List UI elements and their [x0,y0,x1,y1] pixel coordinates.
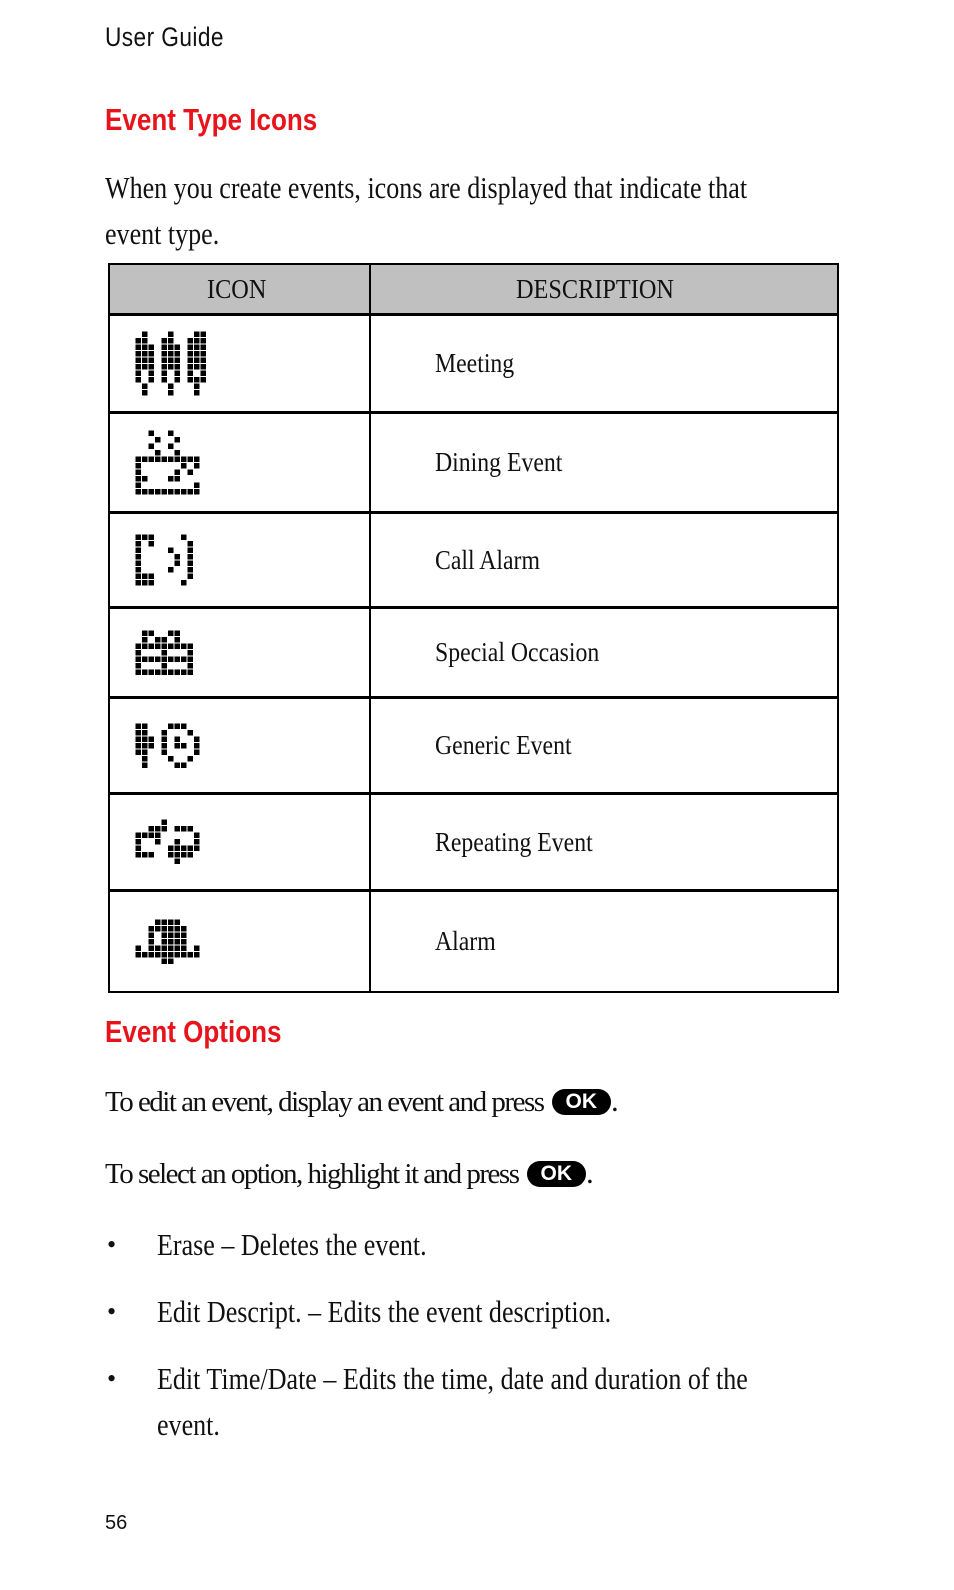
icon-cell [108,313,371,414]
page-number: 56 [105,1512,128,1534]
icon-cell [108,792,371,892]
gift-icon [135,630,193,675]
section-title-event-options: Event Options [105,1014,282,1049]
table-row: Alarm [108,889,839,993]
description-cell: Call Alarm [369,511,839,609]
options-paragraph-2: To select an option, highlight it and pr… [105,1155,594,1190]
table-row: Meeting [108,313,839,414]
option-edit-time-date: Edit Time/Date – Edits the time, date an… [157,1361,748,1442]
icon-cell [108,411,371,514]
table-header-row: ICON DESCRIPTION [108,263,839,316]
icon-cell [108,606,371,699]
option-erase: Erase – Deletes the event. [157,1227,427,1262]
bullet-icon: • [107,1297,117,1326]
repeating-event-icon [135,819,200,865]
icon-cell [108,889,371,993]
event-icons-table: ICON DESCRIPTION Meeting Dining Event Call… [108,263,839,993]
call-alarm-icon [135,534,193,586]
table-row: Special Occasion [108,606,839,699]
meeting-icon [135,331,206,396]
alarm-bell-icon [135,919,200,964]
bullet-icon: • [107,1364,117,1393]
section-title-event-type-icons: Event Type Icons [105,102,318,137]
table-row: Call Alarm [108,511,839,609]
description-cell: Generic Event [369,696,839,795]
description-cell: Dining Event [369,411,839,514]
ok-key-icon: OK [526,1161,587,1187]
description-cell: Meeting [369,313,839,414]
description-cell: Alarm [369,889,839,993]
column-header-description: DESCRIPTION [369,263,839,316]
description-cell: Special Occasion [369,606,839,699]
bullet-icon: • [107,1230,117,1259]
ok-key-icon: OK [551,1089,612,1115]
column-header-icon: ICON [108,263,371,316]
table-row: Generic Event [108,696,839,795]
running-header: User Guide [105,22,224,52]
option-edit-descript: Edit Descript. – Edits the event descrip… [157,1294,612,1329]
icon-cell [108,696,371,795]
description-cell: Repeating Event [369,792,839,892]
table-row: Repeating Event [108,792,839,892]
intro-paragraph: When you create events, icons are displa… [105,170,748,251]
generic-event-icon [135,723,200,768]
dining-icon [135,430,200,495]
table-row: Dining Event [108,411,839,514]
icon-cell [108,511,371,609]
options-paragraph-1: To edit an event, display an event and p… [105,1083,619,1118]
